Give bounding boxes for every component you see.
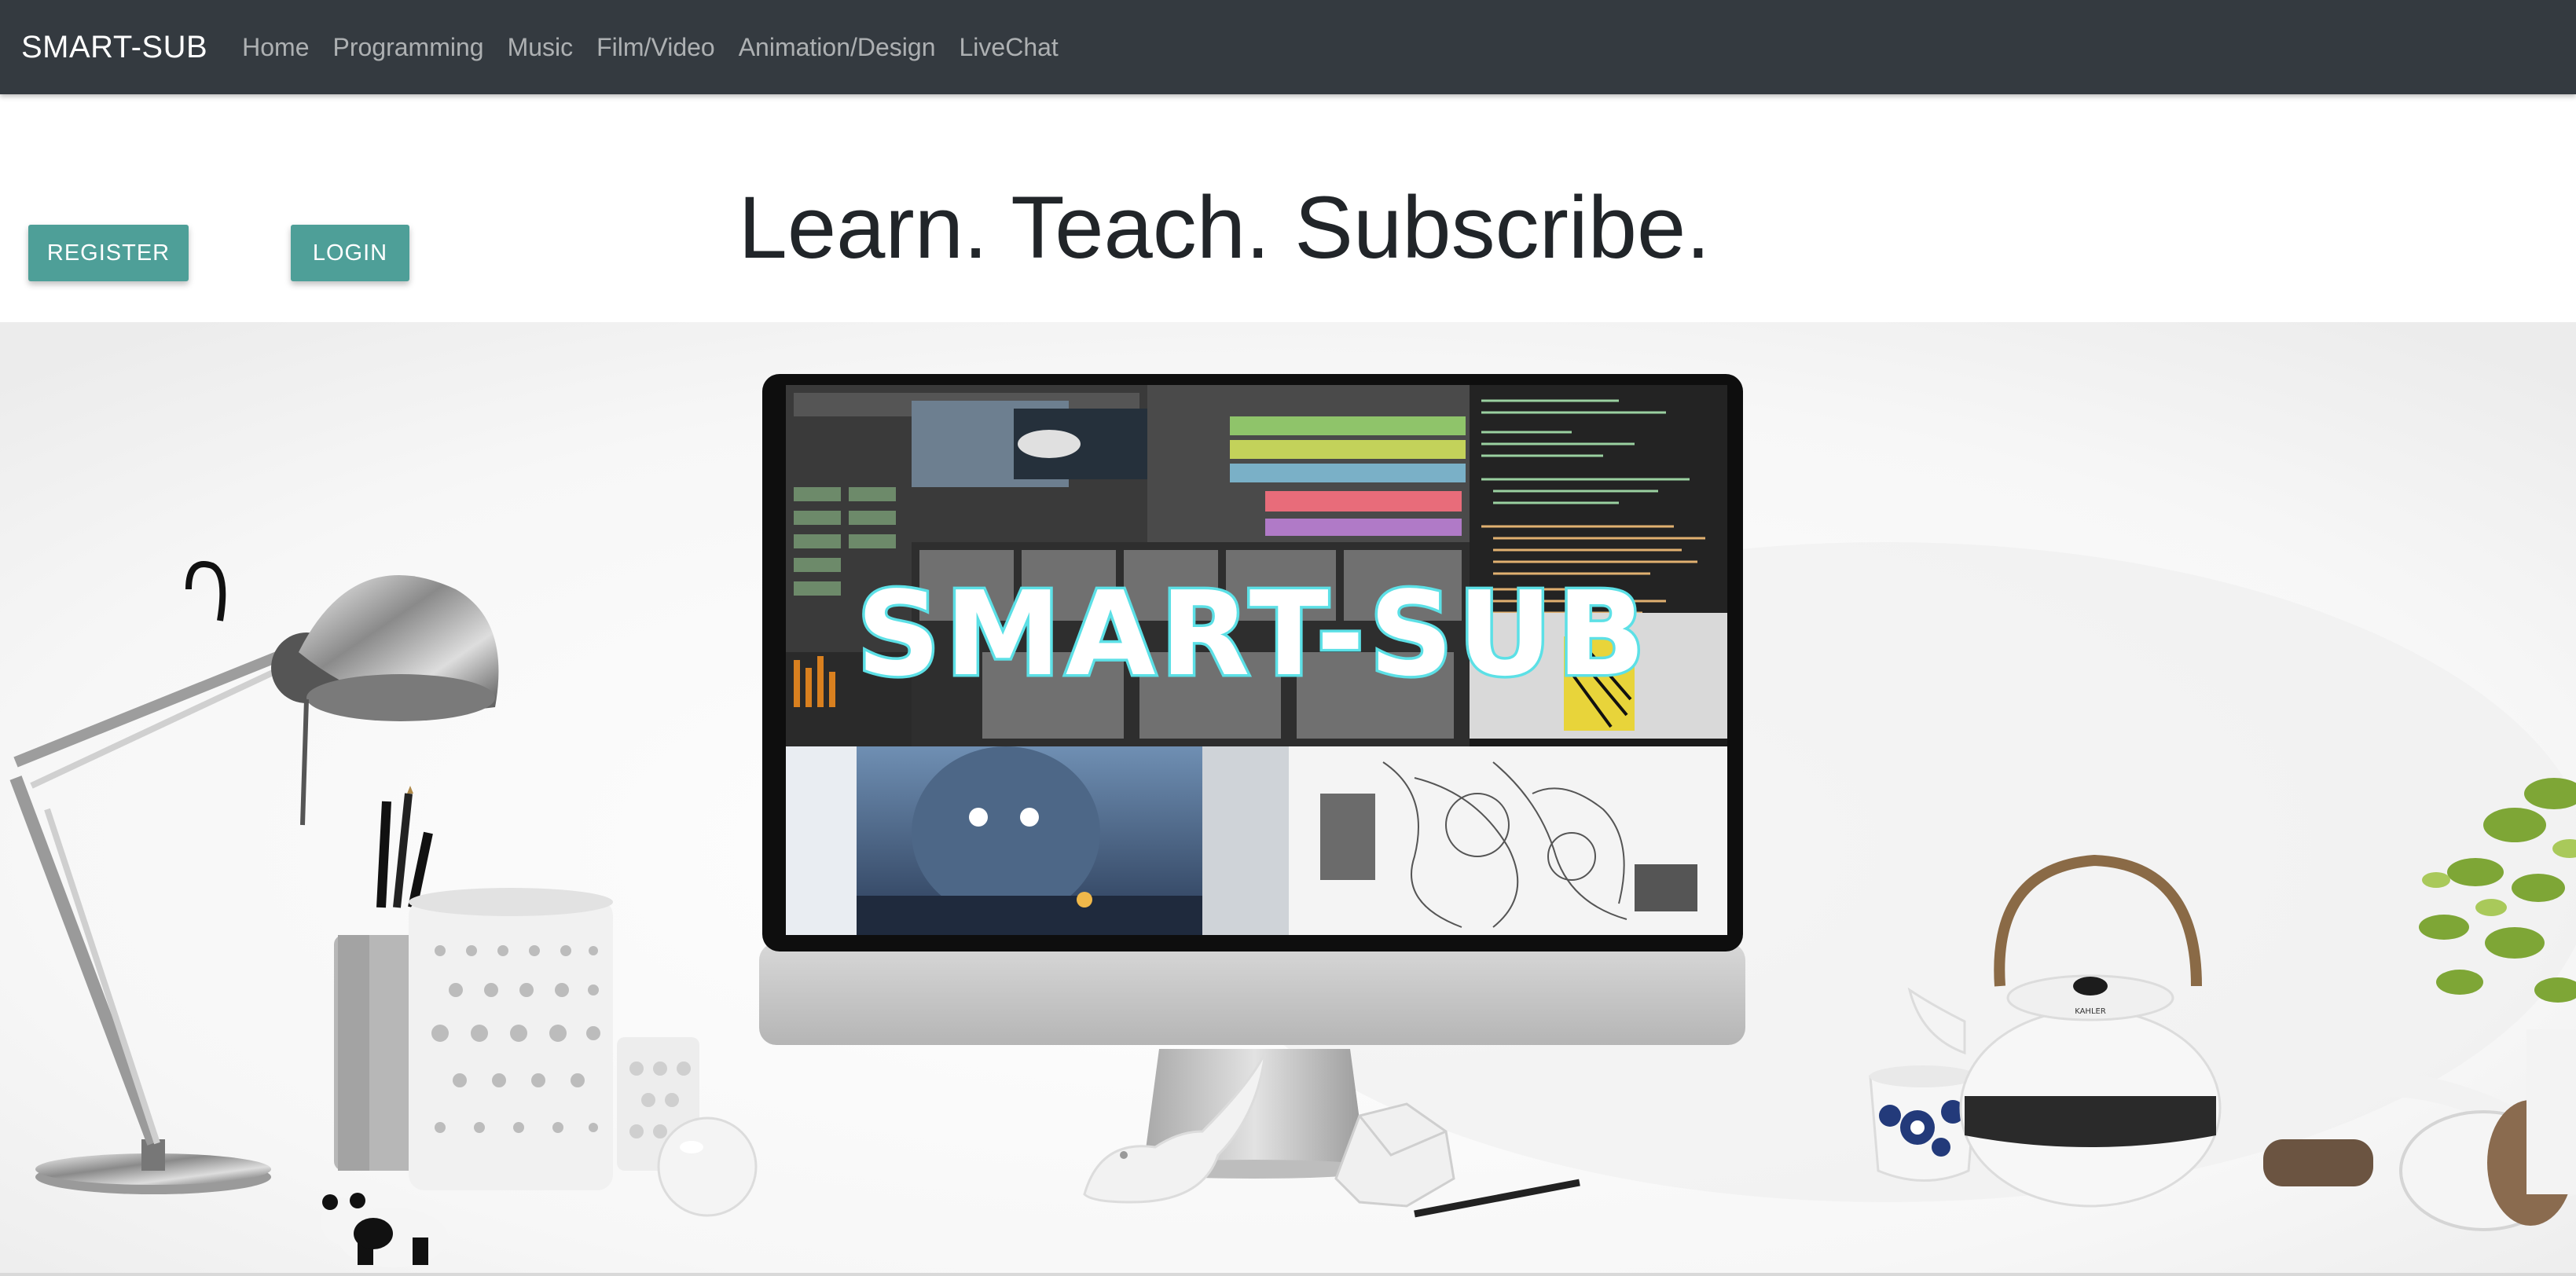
nav-link-programming[interactable]: Programming	[333, 33, 484, 62]
page-bottom-divider	[0, 1273, 2576, 1276]
nav-link-animation-design[interactable]: Animation/Design	[739, 33, 936, 62]
nav-link-livechat[interactable]: LiveChat	[960, 33, 1059, 62]
top-navbar: SMART-SUB Home Programming Music Film/Vi…	[0, 0, 2576, 94]
hero-headline: Learn. Teach. Subscribe.	[0, 177, 2576, 278]
teapot-brand: KAHLER	[2075, 1007, 2106, 1016]
nav-link-film-video[interactable]: Film/Video	[596, 33, 715, 62]
perforated-vase	[409, 888, 613, 1190]
nav-link-home[interactable]: Home	[242, 33, 309, 62]
nav-link-music[interactable]: Music	[508, 33, 574, 62]
monitor-screen: SMART-SUB	[786, 385, 1727, 935]
hero-image: SMART-SUB KAHLER	[0, 322, 2576, 1276]
teacup	[1869, 1065, 1978, 1182]
brand-logo[interactable]: SMART-SUB	[21, 30, 207, 65]
hero-headline-text: Learn. Teach. Subscribe.	[738, 178, 1711, 277]
monitor-logo-text: SMART-SUB	[857, 566, 1650, 702]
